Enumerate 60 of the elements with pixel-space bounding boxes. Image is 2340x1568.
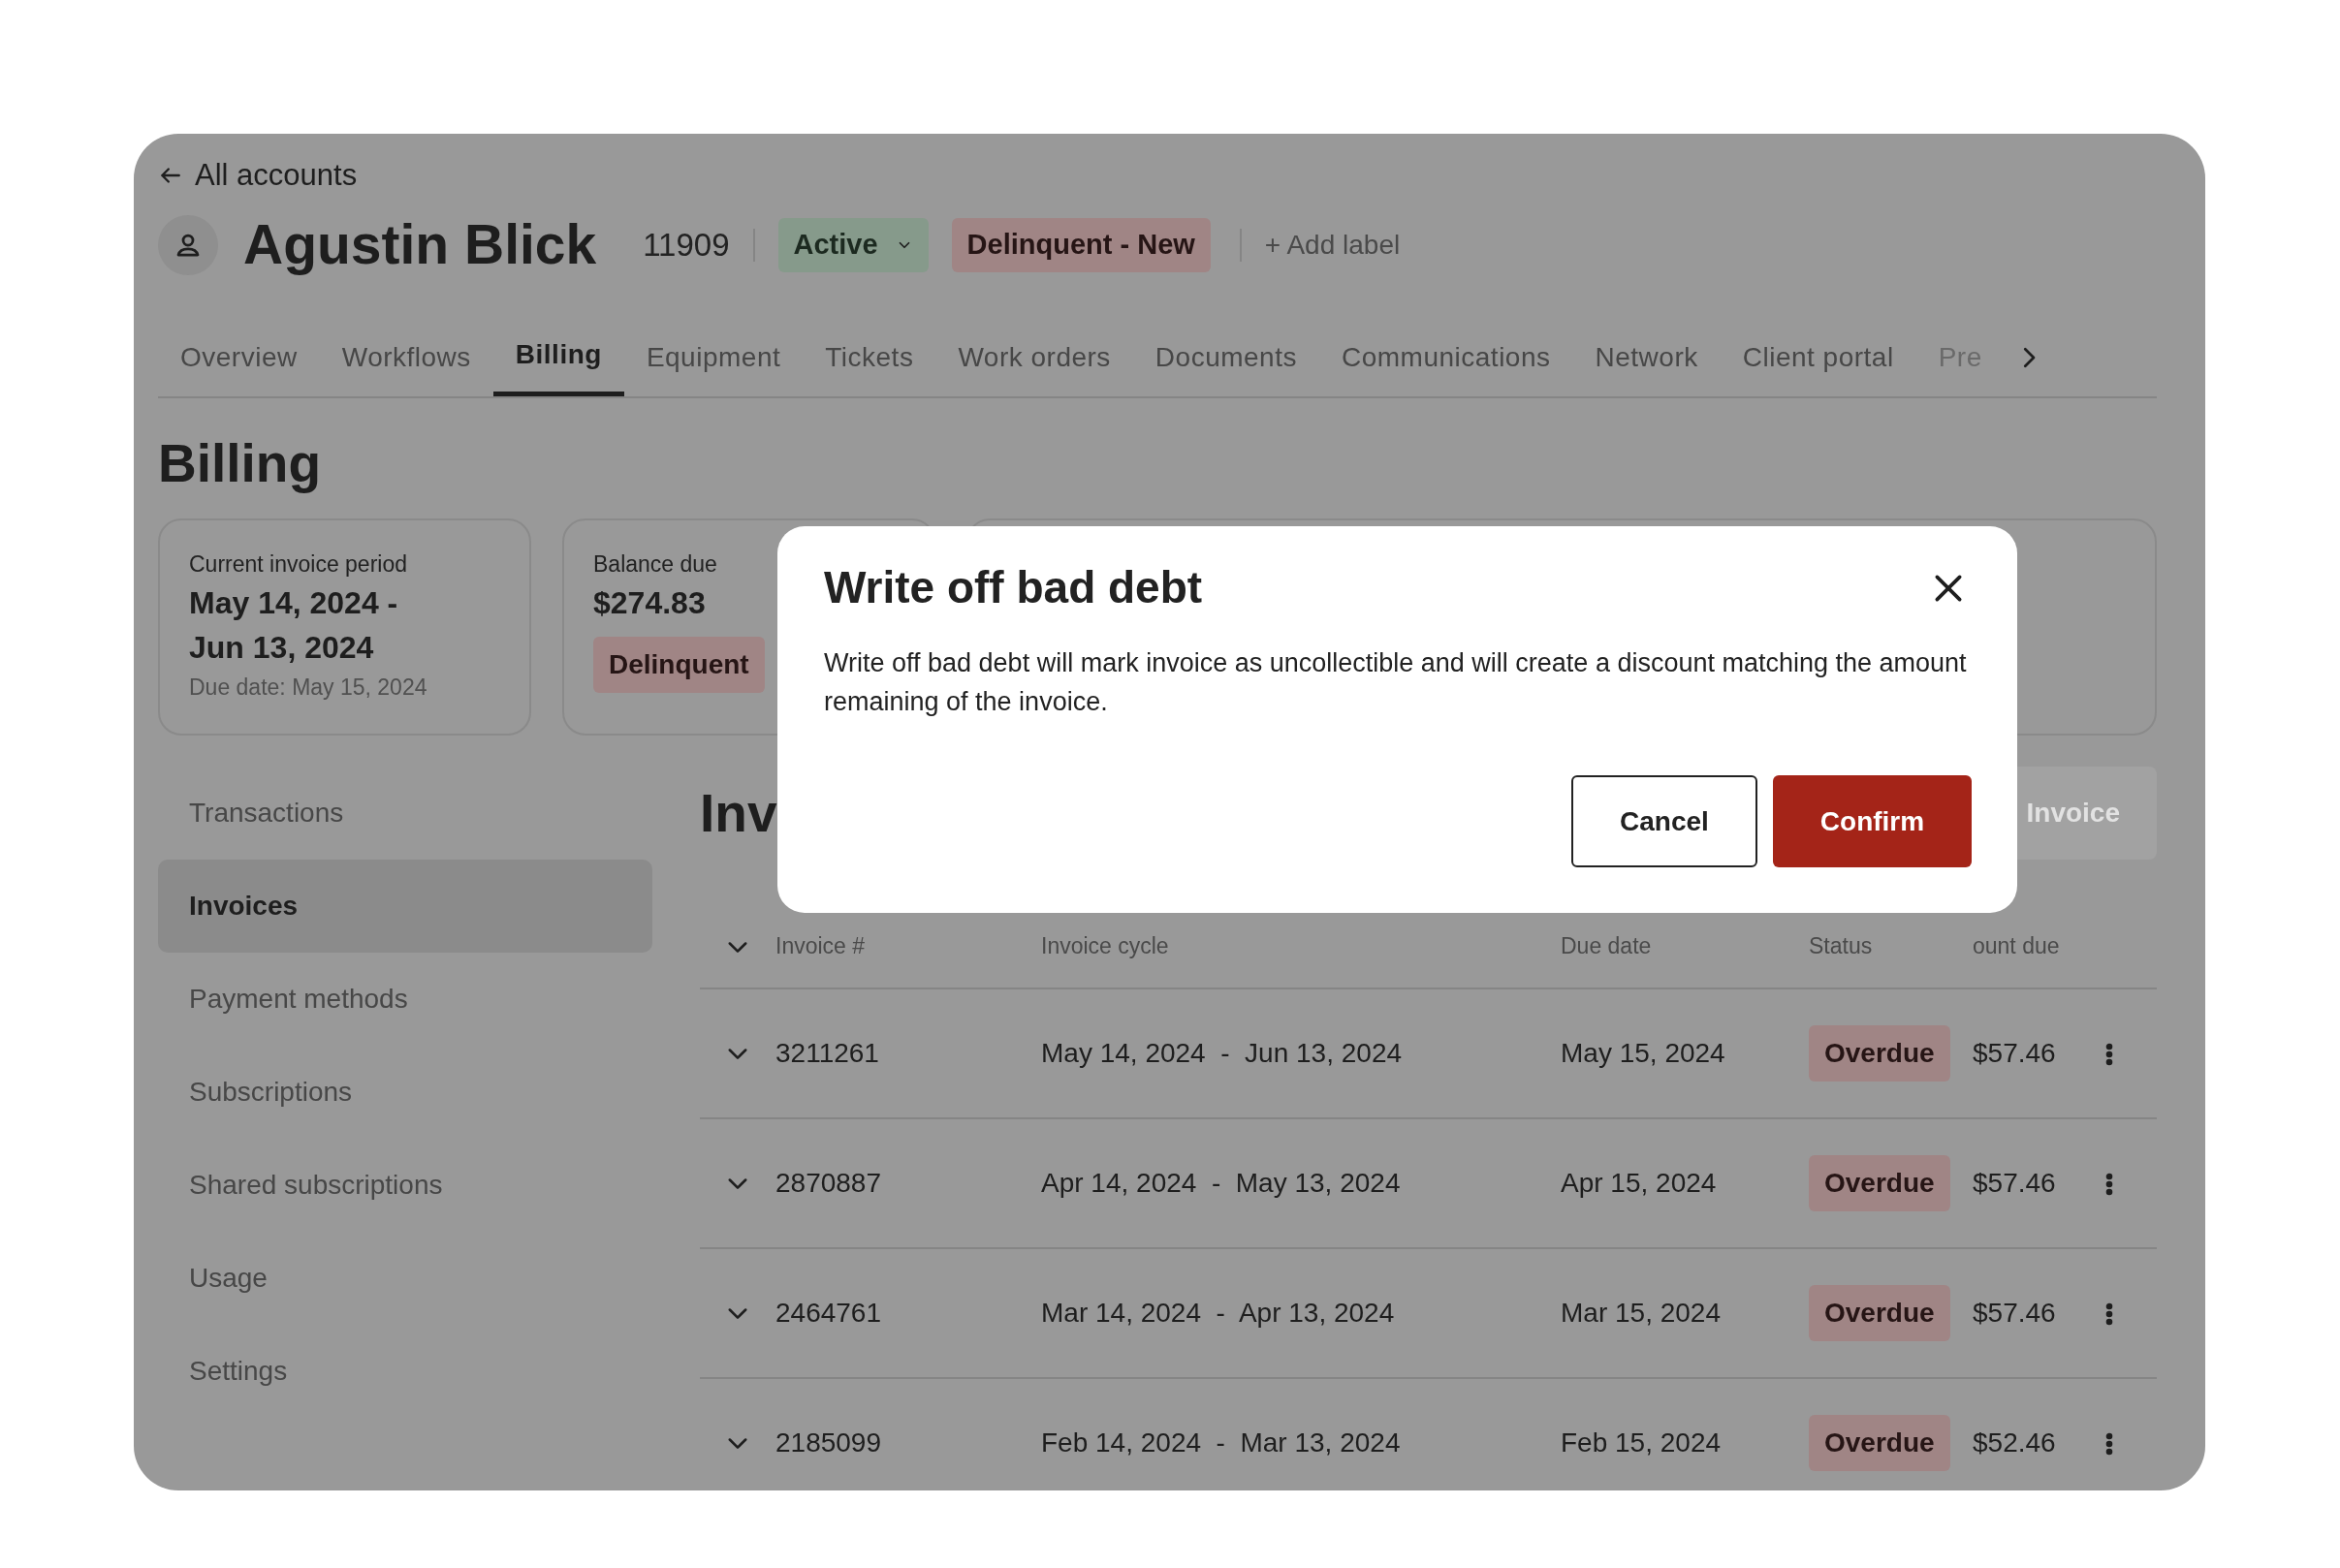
table-cell-text: Mar 14, 2024 - Apr 13, 2024 — [1041, 1296, 1396, 1330]
table-cell-text: May 15, 2024 — [1561, 1036, 1726, 1070]
tab[interactable]: Workflows — [319, 318, 493, 396]
sidebar-item[interactable]: Shared subscriptions — [158, 1138, 652, 1232]
tab[interactable]: Work orders — [935, 318, 1133, 396]
tab[interactable]: Network — [1572, 318, 1721, 396]
sidebar-item[interactable]: Subscriptions — [158, 1045, 652, 1139]
tab[interactable]: Client portal — [1720, 318, 1916, 396]
tab[interactable]: Documents — [1132, 318, 1319, 396]
table-cell-text: 3211261 — [775, 1036, 880, 1070]
tab[interactable]: Equipment — [623, 318, 804, 396]
table-cell-text: 2464761 — [775, 1296, 882, 1330]
tab[interactable]: Communications — [1319, 318, 1573, 396]
table-cell-text: Feb 14, 2024 - Mar 13, 2024 — [1041, 1426, 1402, 1459]
status-badge: Delinquent — [593, 637, 765, 694]
table-cell-text: Apr 15, 2024 — [1561, 1166, 1718, 1200]
dialog-title: Write off bad debt — [824, 561, 1203, 614]
column-header: Invoice cycle — [1041, 932, 1170, 961]
column-header: Due date — [1561, 932, 1653, 961]
card-label: Current invoice period — [189, 549, 408, 579]
back-link-label: All accounts — [195, 157, 358, 194]
account-label: Delinquent - New — [951, 217, 1211, 272]
cancel-button[interactable]: Cancel — [1571, 775, 1757, 867]
section-title: Inv — [700, 781, 777, 845]
table-cell-text: Feb 15, 2024 — [1561, 1426, 1723, 1459]
sidebar-item[interactable]: Transactions — [158, 766, 652, 860]
sidebar-item[interactable]: Invoices — [158, 859, 652, 953]
confirm-button[interactable]: Confirm — [1773, 775, 1972, 867]
add-label-button[interactable]: + Add label — [1264, 224, 1401, 266]
table-cell-text: $57.46 — [1973, 1166, 2057, 1200]
account-name: Agustin Blick — [243, 212, 597, 278]
table-cell-text: 2870887 — [775, 1166, 882, 1200]
table-cell-text: $57.46 — [1973, 1296, 2057, 1330]
column-header: Status — [1809, 932, 1874, 961]
table-cell-text: Mar 15, 2024 — [1561, 1296, 1722, 1330]
dialog-message: Write off bad debt will mark invoice as uncollectible and will create a discount matching the amount remaining of the invoice. — [824, 647, 1968, 719]
sidebar-item[interactable]: Payment methods — [158, 952, 652, 1046]
status-badge: Overdue — [1809, 1414, 1950, 1471]
card-note: Due date: May 15, 2024 — [189, 673, 428, 702]
table-cell-text: 2185099 — [775, 1426, 882, 1459]
page-title: Billing — [158, 431, 323, 495]
tab[interactable]: Tickets — [803, 318, 936, 396]
table-cell-text: Apr 14, 2024 - May 13, 2024 — [1041, 1166, 1402, 1200]
tab[interactable]: Overview — [158, 318, 320, 396]
table-cell-text: $52.46 — [1973, 1426, 2057, 1459]
status-badge: Overdue — [1809, 1024, 1950, 1082]
tab[interactable]: Billing — [492, 318, 624, 396]
status-badge: Overdue — [1809, 1284, 1950, 1341]
status-badge: Overdue — [1809, 1154, 1950, 1211]
status-dropdown[interactable]: Active — [777, 217, 929, 272]
sidebar-item[interactable]: Usage — [158, 1231, 652, 1325]
card-value: May 14, 2024 - Jun 13, 2024 — [189, 584, 399, 668]
account-id: 11909 — [643, 225, 730, 265]
back-link[interactable]: All accounts — [158, 153, 358, 199]
card-label: Balance due — [593, 549, 718, 579]
table-cell-text: May 14, 2024 - Jun 13, 2024 — [1041, 1036, 1404, 1070]
sidebar-item[interactable]: Settings — [158, 1324, 652, 1418]
table-cell-text: $57.46 — [1973, 1036, 2057, 1070]
column-header: ount due — [1973, 932, 2061, 961]
column-header: Invoice # — [775, 932, 867, 961]
